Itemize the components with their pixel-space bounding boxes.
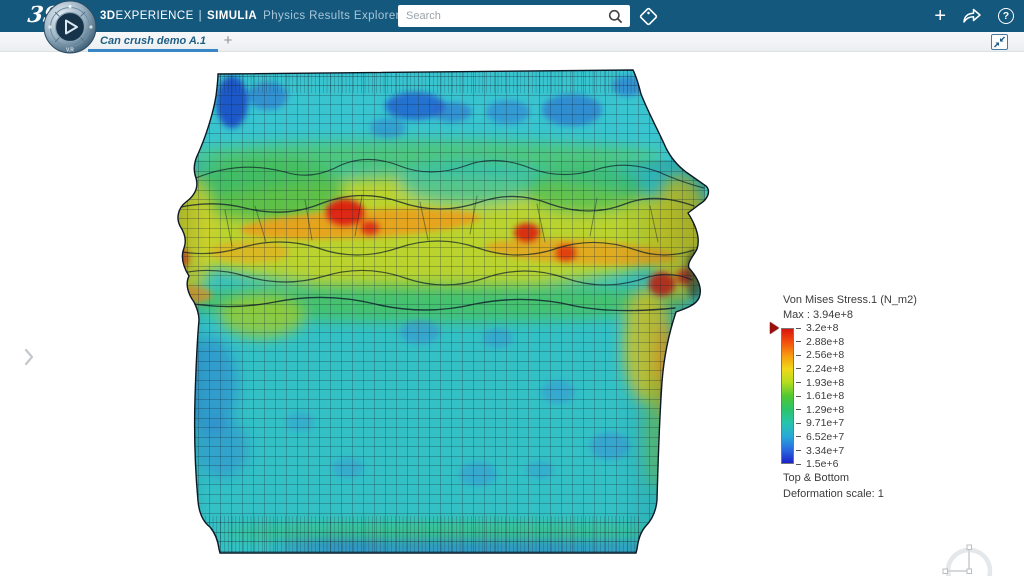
legend-max-value: Max : 3.94e+8 — [783, 309, 853, 321]
tick-mark — [796, 355, 801, 356]
app-subtitle: Physics Results Explorer — [263, 10, 400, 22]
stress-legend: Von Mises Stress.1 (N_m2) Max : 3.94e+8 … — [770, 290, 985, 505]
legend-tick: 1.61e+8 — [796, 389, 844, 403]
search-bar — [398, 5, 630, 27]
legend-title: Von Mises Stress.1 (N_m2) — [783, 294, 917, 306]
tag-icon[interactable] — [638, 6, 659, 27]
tab-bar: Can crush demo A.1 + — [0, 32, 1024, 52]
help-icon[interactable]: ? — [998, 8, 1014, 24]
tick-mark — [796, 409, 801, 410]
tab-label: Can crush demo A.1 — [100, 35, 206, 47]
legend-tick: 1.5e+6 — [796, 457, 844, 471]
legend-colorbar — [781, 328, 794, 464]
legend-tick: 1.93e+8 — [796, 376, 844, 390]
tick-mark — [796, 382, 801, 383]
tick-mark — [796, 436, 801, 437]
svg-text:V.R: V.R — [66, 48, 74, 54]
tick-mark — [796, 328, 801, 329]
legend-tick: 2.24e+8 — [796, 362, 844, 376]
title-separator: | — [199, 10, 202, 22]
3dexperience-compass[interactable]: V.R — [42, 0, 98, 61]
header-actions: + ? — [934, 0, 1014, 32]
legend-tick: 9.71e+7 — [796, 417, 844, 431]
legend-tick: 3.2e+8 — [796, 321, 844, 335]
results-3d-viewport[interactable]: Von Mises Stress.1 (N_m2) Max : 3.94e+8 … — [0, 52, 1024, 576]
search-input[interactable] — [398, 10, 608, 22]
expand-left-panel-icon[interactable] — [24, 348, 34, 371]
legend-tick: 2.88e+8 — [796, 335, 844, 349]
legend-tick: 3.34e+7 — [796, 444, 844, 458]
legend-section-label: Top & Bottom — [783, 472, 849, 484]
view-axis-gizmo[interactable] — [936, 536, 1006, 576]
new-tab-button[interactable]: + — [218, 32, 238, 52]
tick-mark — [796, 341, 801, 342]
legend-tick: 1.29e+8 — [796, 403, 844, 417]
tick-mark — [796, 368, 801, 369]
add-content-button[interactable]: + — [934, 6, 946, 26]
tab-can-crush-demo[interactable]: Can crush demo A.1 — [88, 32, 218, 52]
brand-experience: EXPERIENCE — [116, 10, 194, 22]
brand-3d: 3D — [100, 10, 116, 22]
active-tab-underline — [88, 49, 218, 52]
legend-tick-list: 3.2e+8 2.88e+8 2.56e+8 2.24e+8 1.93e+8 1… — [796, 321, 844, 471]
app-title: 3DEXPERIENCE | SIMULIA Physics Results E… — [100, 0, 400, 32]
legend-tick: 2.56e+8 — [796, 349, 844, 363]
legend-max-marker-icon — [770, 322, 779, 334]
tick-mark — [796, 450, 801, 451]
collapse-panel-icon[interactable] — [991, 34, 1008, 50]
search-icon[interactable] — [608, 9, 623, 24]
legend-tick: 6.52e+7 — [796, 430, 844, 444]
product-name: SIMULIA — [207, 10, 257, 22]
tick-mark — [796, 464, 801, 465]
legend-deformation-scale: Deformation scale: 1 — [783, 488, 884, 500]
top-app-bar: 3S 3DEXPERIENCE | SIMULIA Physics Result… — [0, 0, 1024, 32]
tick-mark — [796, 396, 801, 397]
tick-mark — [796, 423, 801, 424]
share-icon[interactable] — [962, 8, 982, 24]
